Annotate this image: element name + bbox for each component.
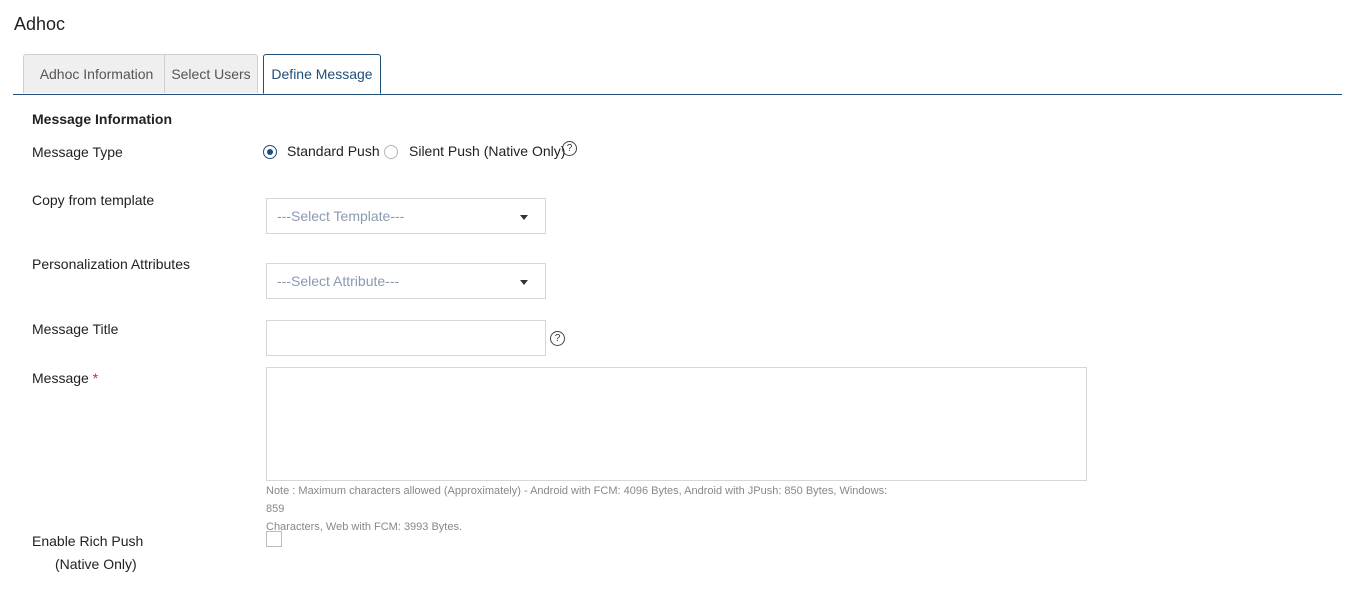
template-select[interactable]: ---Select Template---: [266, 198, 546, 234]
message-note: Note : Maximum characters allowed (Appro…: [266, 482, 906, 536]
silent-push-label[interactable]: Silent Push (Native Only): [409, 143, 565, 159]
section-title: Message Information: [32, 111, 173, 127]
personalization-label: Personalization Attributes: [32, 256, 190, 272]
required-mark: *: [92, 370, 99, 386]
question-circle-icon[interactable]: ?: [562, 141, 577, 156]
caret-down-icon: [520, 280, 528, 285]
silent-push-radio[interactable]: [384, 145, 398, 159]
attribute-select-value: ---Select Attribute---: [277, 273, 400, 289]
standard-push-label[interactable]: Standard Push: [287, 143, 380, 159]
template-select-value: ---Select Template---: [277, 208, 405, 224]
page-title: Adhoc: [14, 14, 66, 34]
attribute-select[interactable]: ---Select Attribute---: [266, 263, 546, 299]
tab-adhoc-information[interactable]: Adhoc Information: [23, 54, 170, 93]
message-note-line: Characters, Web with FCM: 3993 Bytes.: [266, 521, 463, 533]
rich-push-label: Enable Rich Push: [32, 533, 144, 549]
rich-push-checkbox[interactable]: [266, 531, 282, 547]
tab-bar: Adhoc Information Select Users Define Me…: [13, 54, 1342, 95]
message-textarea[interactable]: [266, 367, 1087, 481]
copy-template-label: Copy from template: [32, 192, 155, 208]
message-label-text: Message: [32, 370, 89, 386]
question-circle-icon[interactable]: ?: [550, 331, 565, 346]
message-title-label: Message Title: [32, 321, 119, 337]
tab-define-message[interactable]: Define Message: [263, 54, 381, 94]
message-note-line: Note : Maximum characters allowed (Appro…: [266, 485, 888, 515]
tab-select-users[interactable]: Select Users: [164, 54, 258, 93]
caret-down-icon: [520, 215, 528, 220]
message-title-input[interactable]: [266, 320, 546, 356]
standard-push-radio[interactable]: [263, 145, 277, 159]
rich-push-sublabel: (Native Only): [55, 556, 137, 572]
message-label: Message *: [32, 370, 98, 386]
message-type-label: Message Type: [32, 144, 123, 160]
